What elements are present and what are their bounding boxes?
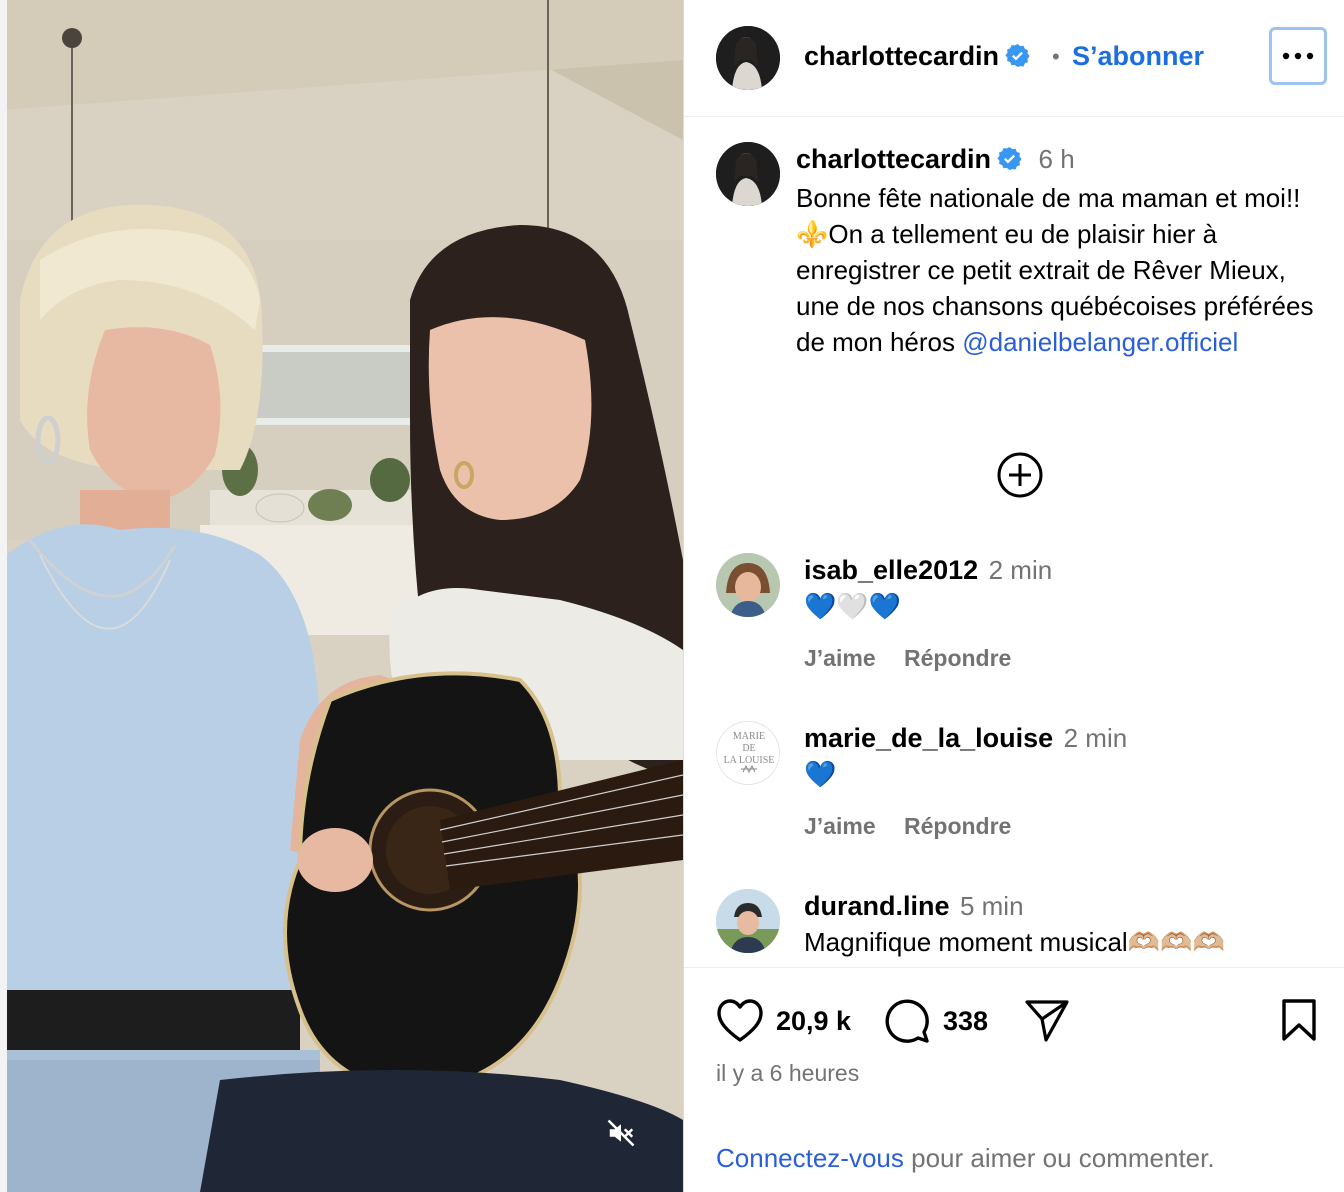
more-options-button[interactable] [1269,27,1327,85]
unmute-button[interactable] [606,1118,652,1164]
author-avatar-image [716,26,780,90]
share-icon[interactable] [1024,999,1070,1043]
login-prompt: Connectez-vous pour aimer ou commenter. [716,1143,1215,1174]
comment-timestamp: 5 min [959,891,1024,921]
bookmark-icon[interactable] [1281,998,1317,1042]
post-details-panel: charlottecardin • S’abonner charlottecar… [683,0,1344,1192]
comment-username[interactable]: isab_elle2012 [804,555,978,585]
comment-username[interactable]: marie_de_la_louise [804,723,1053,753]
comment-text: 💙🤍💙 [804,591,902,621]
load-more-comments-button[interactable] [996,451,1044,499]
avatar-logo-line: DE [742,743,755,754]
comment-header: isab_elle2012 2 min [804,555,1052,586]
verified-badge-icon [997,147,1022,170]
reply-comment-button[interactable]: Répondre [904,813,1011,839]
media-left-edge [0,0,7,1192]
commenter-avatar-image [716,553,780,617]
avatar-logo-line: LA LOUISE [724,755,775,766]
instagram-post-page: charlottecardin • S’abonner charlottecar… [0,0,1344,1192]
caption-mention-link[interactable]: @danielbelanger.officiel [962,327,1238,357]
separator-dot: • [1052,44,1060,69]
comment-text: 💙 [804,759,837,789]
comment-header: marie_de_la_louise 2 min [804,723,1127,754]
commenter-avatar-logo: MARIE DE LA LOUISE [717,722,779,784]
comment-username[interactable]: durand.line [804,891,950,921]
likes-count[interactable]: 20,9 k [776,1006,851,1037]
comment-item: durand.line 5 min Magnifique moment musi… [684,889,1344,959]
comment-actions: J’aime Répondre [804,645,1033,672]
author-username: charlottecardin [804,41,1000,71]
comment-actions: J’aime Répondre [804,813,1033,840]
like-comment-button[interactable]: J’aime [804,813,876,839]
comment-header: durand.line 5 min [804,891,1024,922]
add-circle-icon [997,452,1043,498]
login-prompt-text: pour aimer ou commenter. [903,1143,1215,1173]
reply-comment-button[interactable]: Répondre [904,645,1011,671]
comment-timestamp: 2 min [1063,723,1128,753]
comment-timestamp: 2 min [988,555,1053,585]
caption-author-username[interactable]: charlottecardin [796,144,991,174]
post-actions-footer: 20,9 k 338 il y a 6 heures Connectez-vou… [684,967,1344,1192]
post-timestamp: il y a 6 heures [716,1060,860,1086]
caption-timestamp: 6 h [1038,144,1075,174]
like-comment-button[interactable]: J’aime [804,645,876,671]
follow-button[interactable]: S’abonner [1072,41,1204,72]
caption-header: charlottecardin 6 h [796,144,1075,175]
post-video[interactable] [0,0,683,1192]
author-username-link[interactable]: charlottecardin [804,41,1030,72]
commenter-avatar[interactable] [716,889,780,953]
commenter-avatar[interactable] [716,553,780,617]
avatar-logo-line: MARIE [733,731,765,742]
more-options-icon [1282,52,1314,60]
caption-author-avatar-image [716,142,780,206]
caption-text: Bonne fête nationale de ma maman et moi!… [796,180,1326,360]
commenter-avatar-image [716,889,780,953]
verified-badge-icon [1005,44,1030,67]
author-avatar[interactable] [716,26,780,90]
comments-count[interactable]: 338 [943,1006,988,1037]
muted-speaker-icon [607,1119,635,1147]
commenter-avatar[interactable]: MARIE DE LA LOUISE [716,721,780,785]
login-link[interactable]: Connectez-vous [716,1143,904,1173]
post-header: charlottecardin • S’abonner [684,0,1344,117]
comment-text: Magnifique moment musical🫶🏼🫶🏼🫶🏼 [804,927,1225,957]
video-frame-illustration [0,0,683,1192]
comment-icon[interactable] [884,998,930,1044]
caption-author-avatar[interactable] [716,142,780,206]
heart-icon[interactable] [716,998,764,1044]
